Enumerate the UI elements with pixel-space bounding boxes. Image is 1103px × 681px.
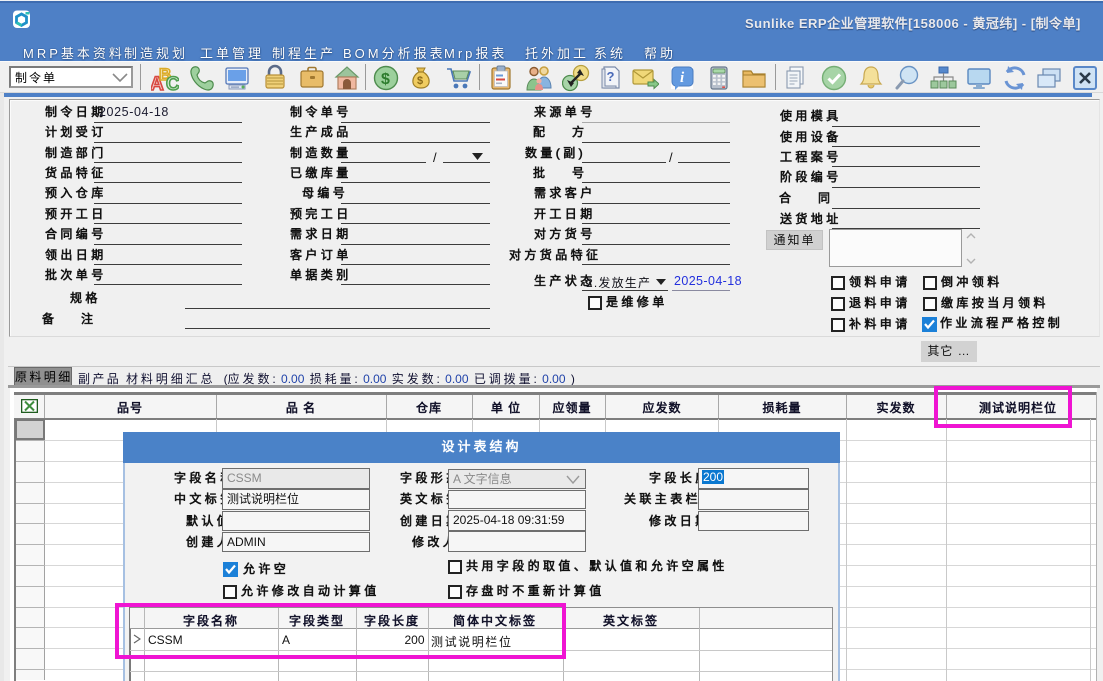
svg-text:$: $ [417,75,423,87]
svg-text:C: C [166,74,179,92]
svg-text:$: $ [381,71,390,88]
svg-text:?: ? [607,69,615,84]
